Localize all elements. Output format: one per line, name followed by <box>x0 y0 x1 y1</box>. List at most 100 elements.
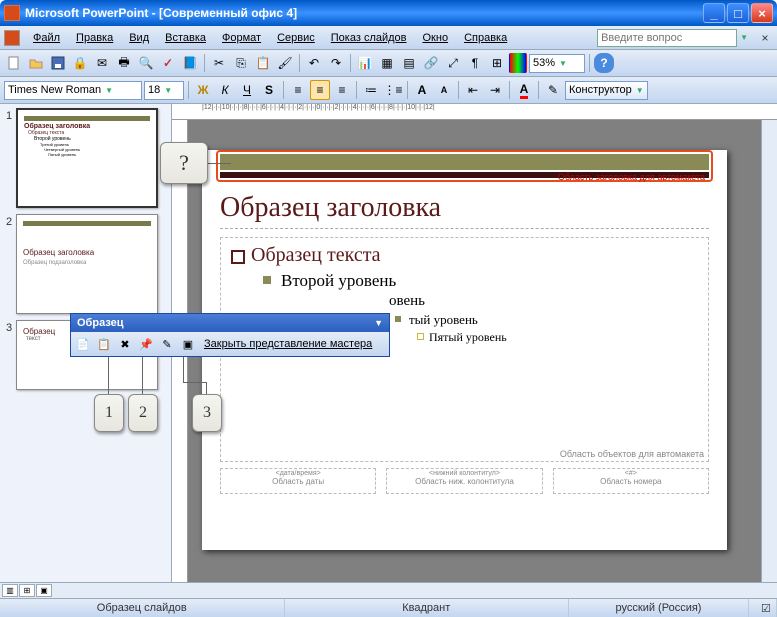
normal-view-icon[interactable]: ▥ <box>2 584 18 597</box>
redo-icon[interactable]: ↷ <box>326 53 346 73</box>
hyperlink-icon[interactable]: 🔗 <box>421 53 441 73</box>
font-size-combo[interactable]: 18▼ <box>144 81 184 100</box>
new-slide-master-icon[interactable]: 📄 <box>74 335 92 353</box>
formatting-toolbar: Times New Roman▼ 18▼ Ж К Ч S ≡ ≡ ≡ ≔ ⋮≡ … <box>0 77 777 104</box>
show-formatting-icon[interactable]: ¶ <box>465 53 485 73</box>
paste-icon[interactable]: 📋 <box>253 53 273 73</box>
title-bar: Microsoft PowerPoint - [Современный офис… <box>0 0 777 26</box>
preserve-master-icon[interactable]: 📌 <box>137 335 155 353</box>
body-caption: Область объектов для автомакета <box>560 449 704 459</box>
menu-help[interactable]: Справка <box>457 30 514 46</box>
menu-window[interactable]: Окно <box>416 30 456 46</box>
email-icon[interactable]: ✉ <box>92 53 112 73</box>
menu-insert[interactable]: Вставка <box>158 30 213 46</box>
format-painter-icon[interactable]: 🖌 <box>275 53 295 73</box>
master-toolbar[interactable]: Образец▼ 📄 📋 ✖ 📌 ✎ ▣ Закрыть представлен… <box>70 313 390 357</box>
increase-font-icon[interactable]: A <box>412 80 432 100</box>
new-icon[interactable] <box>4 53 24 73</box>
decrease-indent-icon[interactable]: ⇤ <box>463 80 483 100</box>
expand-icon[interactable]: ⤢ <box>443 53 463 73</box>
number-placeholder[interactable]: <#>Область номера <box>553 468 709 494</box>
app-icon <box>4 5 20 21</box>
close-button[interactable]: × <box>751 3 773 23</box>
zoom-combo[interactable]: 53%▼ <box>529 54 585 73</box>
horizontal-ruler: |12|·|·|10|·|·|·|8|·|·|·|6|·|·|·|4|·|·|·… <box>172 104 777 120</box>
thumb-number: 2 <box>2 214 16 314</box>
design-icon[interactable]: ✎ <box>543 80 563 100</box>
bullet-level-1[interactable]: Образец текста <box>229 244 700 267</box>
title-caption: Область заголовка для автомакета <box>558 172 705 182</box>
standard-toolbar: 🔒 ✉ 🖶 🔍 ✓ 📘 ✂ ⎘ 📋 🖌 ↶ ↷ 📊 ▦ ▤ 🔗 ⤢ ¶ ⊞ 53… <box>0 50 777 77</box>
menu-service[interactable]: Сервис <box>270 30 322 46</box>
open-icon[interactable] <box>26 53 46 73</box>
chart-icon[interactable]: 📊 <box>355 53 375 73</box>
permissions-icon[interactable]: 🔒 <box>70 53 90 73</box>
menu-bar: Файл Правка Вид Вставка Формат Сервис По… <box>0 26 777 50</box>
increase-indent-icon[interactable]: ⇥ <box>485 80 505 100</box>
menu-view[interactable]: Вид <box>122 30 156 46</box>
date-placeholder[interactable]: <дата/время>Область даты <box>220 468 376 494</box>
status-language: русский (Россия) <box>569 599 749 617</box>
align-left-icon[interactable]: ≡ <box>288 80 308 100</box>
table-icon[interactable]: ▦ <box>377 53 397 73</box>
slideshow-view-icon[interactable]: ▣ <box>36 584 52 597</box>
menu-show[interactable]: Показ слайдов <box>324 30 414 46</box>
menu-file[interactable]: Файл <box>26 30 67 46</box>
master-layout-icon[interactable]: ▣ <box>179 335 197 353</box>
status-spellcheck-icon[interactable]: ☑ <box>749 599 777 617</box>
align-right-icon[interactable]: ≡ <box>332 80 352 100</box>
copy-icon[interactable]: ⎘ <box>231 53 251 73</box>
callout-question: ? <box>160 142 208 184</box>
master-toolbar-title[interactable]: Образец▼ <box>71 314 389 332</box>
slide-thumbnail[interactable]: Образец заголовка Образец подзаголовка <box>16 214 158 314</box>
menu-format[interactable]: Формат <box>215 30 268 46</box>
save-icon[interactable] <box>48 53 68 73</box>
spell-icon[interactable]: ✓ <box>158 53 178 73</box>
research-icon[interactable]: 📘 <box>180 53 200 73</box>
slide-title-text[interactable]: Образец заголовка <box>220 192 709 229</box>
slide-thumbnail[interactable]: Образец заголовка Образец текста Второй … <box>16 108 158 208</box>
status-slide: Образец слайдов <box>0 599 285 617</box>
shadow-button[interactable]: S <box>259 80 279 100</box>
sorter-view-icon[interactable]: ⊞ <box>19 584 35 597</box>
print-icon[interactable]: 🖶 <box>114 53 134 73</box>
callout-1: 1 <box>94 394 124 432</box>
color-icon[interactable] <box>509 53 527 73</box>
tables-borders-icon[interactable]: ▤ <box>399 53 419 73</box>
decrease-font-icon[interactable]: A <box>434 80 454 100</box>
delete-master-icon[interactable]: ✖ <box>116 335 134 353</box>
status-bar: Образец слайдов Квадрант русский (Россия… <box>0 598 777 617</box>
preview-icon[interactable]: 🔍 <box>136 53 156 73</box>
window-title: Microsoft PowerPoint - [Современный офис… <box>25 6 297 20</box>
thumb-number: 1 <box>2 108 16 208</box>
align-center-icon[interactable]: ≡ <box>310 80 330 100</box>
grid-icon[interactable]: ⊞ <box>487 53 507 73</box>
minimize-button[interactable]: _ <box>703 3 725 23</box>
bold-button[interactable]: Ж <box>193 80 213 100</box>
underline-button[interactable]: Ч <box>237 80 257 100</box>
new-title-master-icon[interactable]: 📋 <box>95 335 113 353</box>
numbering-icon[interactable]: ≔ <box>361 80 381 100</box>
rename-master-icon[interactable]: ✎ <box>158 335 176 353</box>
help-question-input[interactable] <box>597 29 737 47</box>
font-color-icon[interactable]: A <box>514 80 534 100</box>
bullet-level-3[interactable]: овень <box>229 293 700 310</box>
menu-edit[interactable]: Правка <box>69 30 120 46</box>
maximize-button[interactable]: □ <box>727 3 749 23</box>
status-design: Квадрант <box>285 599 570 617</box>
doc-close-button[interactable]: × <box>757 30 773 46</box>
title-placeholder[interactable]: Область заголовка для автомакета <box>216 150 713 182</box>
italic-button[interactable]: К <box>215 80 235 100</box>
undo-icon[interactable]: ↶ <box>304 53 324 73</box>
designer-button[interactable]: Конструктор▼ <box>565 81 648 100</box>
doc-icon[interactable] <box>4 30 20 46</box>
bullets-icon[interactable]: ⋮≡ <box>383 80 403 100</box>
help-icon[interactable]: ? <box>594 53 614 73</box>
view-buttons: ▥ ⊞ ▣ <box>0 582 777 598</box>
bullet-level-2[interactable]: Второй уровень <box>229 271 700 291</box>
close-master-view-button[interactable]: Закрыть представление мастера <box>200 338 376 350</box>
vertical-scrollbar[interactable] <box>761 120 777 582</box>
font-name-combo[interactable]: Times New Roman▼ <box>4 81 142 100</box>
footer-placeholder[interactable]: <нижний колонтитул>Область ниж. колонтит… <box>386 468 542 494</box>
cut-icon[interactable]: ✂ <box>209 53 229 73</box>
